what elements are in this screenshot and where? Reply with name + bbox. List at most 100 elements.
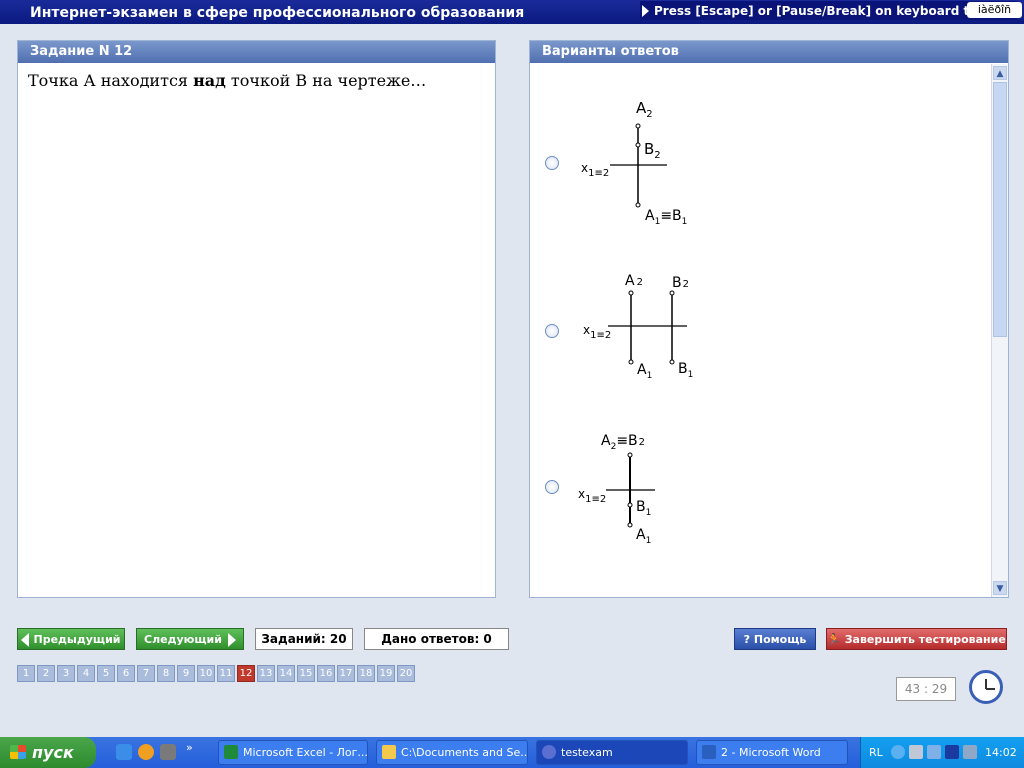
start-button[interactable]: пуск [0,737,96,768]
scroll-thumb[interactable] [993,82,1007,337]
point-b2 [635,142,641,148]
label-a1: A1 [636,527,651,546]
pager-item-12[interactable]: 12 [237,665,255,682]
pager-item-8[interactable]: 8 [157,665,175,682]
taskbar-item-excel[interactable]: Microsoft Excel - Лог... [218,740,368,765]
help-button[interactable]: ? Помощь [734,628,816,650]
answer-drawing-2: A2 B2 x1≡2 A1 B1 [583,273,693,381]
point-a2 [635,123,641,129]
label-a2: A2 [636,99,653,120]
answer-radio-3[interactable] [545,480,559,494]
pager-item-20[interactable]: 20 [397,665,415,682]
play-arrow-icon [642,5,649,17]
question-mark-icon: ? [743,633,751,646]
taskbar-item-testexam[interactable]: testexam [536,740,688,765]
media-player-icon[interactable] [138,744,154,760]
quicklaunch-expand-icon[interactable]: » [186,741,193,754]
pager-item-2[interactable]: 2 [37,665,55,682]
arrow-left-icon [21,633,30,647]
title-bar: Интернет-экзамен в сфере профессионально… [0,0,1024,24]
label-a2-b2: A2≡B2 [601,433,645,452]
label-a2: A2 [625,273,643,289]
label-a1: A1 [637,362,652,381]
pager-item-11[interactable]: 11 [217,665,235,682]
question-text: Точка А находится над точкой В на чертеж… [18,63,495,98]
label-b2: B2 [672,275,689,291]
point-b2 [669,290,675,296]
axis-label: x1≡2 [578,487,606,505]
tasks-count: Заданий: 20 [255,628,353,650]
finish-test-button[interactable]: 🏃 Завершить тестирование [826,628,1007,650]
app-quicklaunch-icon[interactable] [160,744,176,760]
window-title: Интернет-экзамен в сфере профессионально… [30,5,525,21]
tray-back-icon[interactable] [891,745,905,759]
label-a1-b1: A1≡B1 [645,208,687,227]
tray-play-icon[interactable] [927,745,941,759]
pager-item-15[interactable]: 15 [297,665,315,682]
arrow-right-icon [227,633,236,647]
task-panel: Задание N 12 Точка А находится над точко… [17,40,496,598]
tray-media-icon[interactable] [945,745,959,759]
ie-icon[interactable] [116,744,132,760]
pager-item-17[interactable]: 17 [337,665,355,682]
word-icon [702,745,716,759]
printer-icon[interactable] [909,745,923,759]
network-icon[interactable] [963,745,977,759]
pager-item-19[interactable]: 19 [377,665,395,682]
question-part-2: точкой В на чертеже… [225,71,427,90]
pager-item-1[interactable]: 1 [17,665,35,682]
point-a2-b2 [627,452,633,458]
label-b1: B1 [636,499,651,518]
point-b1 [627,502,633,508]
system-tray: RL 14:02 [860,737,1024,768]
label-b1: B1 [678,361,693,380]
answer-radio-1[interactable] [545,156,559,170]
pager-item-4[interactable]: 4 [77,665,95,682]
testexam-icon [542,745,556,759]
clock-icon [969,670,1003,704]
excel-icon [224,745,238,759]
point-a2 [628,290,634,296]
task-header: Задание N 12 [18,41,495,63]
keyboard-language[interactable]: RL [869,746,883,759]
scroll-down-icon[interactable]: ▼ [993,581,1007,595]
scroll-up-icon[interactable]: ▲ [993,66,1007,80]
answer-radio-2[interactable] [545,324,559,338]
answers-scrollbar[interactable]: ▲ ▼ [991,64,1008,597]
pager-item-3[interactable]: 3 [57,665,75,682]
pager-item-10[interactable]: 10 [197,665,215,682]
pager-item-13[interactable]: 13 [257,665,275,682]
timer-display: 43 : 29 [896,677,956,701]
answer-drawing-1: A2 B2 x1≡2 A1≡B1 [581,99,687,227]
pager-item-6[interactable]: 6 [117,665,135,682]
next-button[interactable]: Следующий [136,628,244,650]
taskbar: пуск » Microsoft Excel - Лог... C:\Docum… [0,737,1024,768]
escape-hint-text: Press [Escape] or [Pause/Break] on keybo… [654,4,1012,18]
question-part-1: Точка А находится [28,71,194,90]
pager-item-14[interactable]: 14 [277,665,295,682]
previous-button[interactable]: Предыдущий [17,628,125,650]
pager-item-16[interactable]: 16 [317,665,335,682]
answer-drawing-3: A2≡B2 x1≡2 B1 A1 [578,433,655,546]
point-b1 [669,359,675,365]
question-bold-word: над [193,71,226,90]
pager-item-9[interactable]: 9 [177,665,195,682]
answers-given-count: Дано ответов: 0 [364,628,509,650]
point-a1b1 [635,202,641,208]
pager-item-5[interactable]: 5 [97,665,115,682]
taskbar-item-word[interactable]: 2 - Microsoft Word [696,740,848,765]
language-indicator[interactable]: iàëðîñ [967,2,1022,18]
point-a1 [627,522,633,528]
pager-item-18[interactable]: 18 [357,665,375,682]
axis-label: x1≡2 [581,161,609,179]
question-pager: 1 2 3 4 5 6 7 8 9 10 11 12 13 14 15 16 17 18 19 20 [17,665,417,682]
windows-logo-icon [10,745,26,759]
folder-icon [382,745,396,759]
axis-label: x1≡2 [583,323,611,341]
answers-header: Варианты ответов [530,41,1008,63]
escape-hint: Press [Escape] or [Pause/Break] on keybo… [640,1,1018,20]
point-a1 [628,359,634,365]
taskbar-item-explorer[interactable]: C:\Documents and Se... [376,740,528,765]
clock-time: 14:02 [985,746,1017,759]
pager-item-7[interactable]: 7 [137,665,155,682]
